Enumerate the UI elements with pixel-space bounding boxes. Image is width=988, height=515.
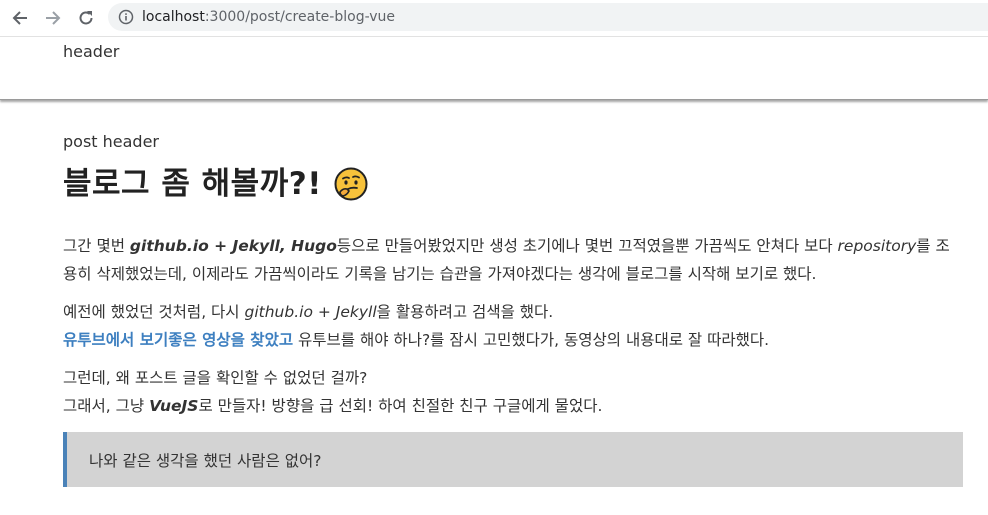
text: 그래서, 그냥 (63, 397, 150, 415)
post-header-label: post header (63, 132, 160, 151)
paragraph-1: 그간 몇번 github.io + Jekyll, Hugo등으로 만들어봤었지… (63, 232, 963, 288)
post-title: 블로그 좀 해볼까?! (63, 162, 963, 206)
paragraph-3: 그런데, 왜 포스트 글을 확인할 수 없었던 걸까? 그래서, 그냥 VueJS… (63, 364, 963, 420)
reload-icon[interactable] (73, 5, 99, 31)
text: 유투브를 해야 하나?를 잠시 고민했다가, 동영상의 내용대로 잘 따라했다. (293, 331, 770, 349)
browser-toolbar: localhost:3000/post/create-blog-vue (0, 0, 988, 37)
post: post header 블로그 좀 해볼까?! 그간 몇번 github.io … (63, 130, 963, 487)
back-arrow-icon[interactable] (7, 5, 33, 31)
site-header: header (0, 37, 988, 100)
text: 등으로 만들어봤었지만 생성 초기에나 몇번 끄적였을뿐 가끔씩도 안쳐다 보다 (336, 237, 838, 255)
forward-arrow-icon[interactable] (40, 5, 66, 31)
italic-text: repository (837, 237, 917, 255)
youtube-video-link[interactable]: 유투브에서 보기좋은 영상을 찾았고 (63, 331, 293, 349)
url-path: :3000/post/create-blog-vue (204, 9, 396, 25)
bold-italic-text: github.io + Jekyll, Hugo (129, 237, 337, 255)
text: 그간 몇번 (63, 237, 130, 255)
url-host: localhost (142, 9, 205, 25)
bold-italic-text: VueJS (149, 397, 199, 415)
url-text[interactable]: localhost:3000/post/create-blog-vue (142, 9, 395, 25)
text: 을 활용하려고 검색을 했다. (376, 303, 554, 321)
text: 로 만들자! 방향을 급 선회! 하여 친절한 친구 구글에게 물었다. (198, 397, 603, 415)
thinking-face-icon (334, 167, 368, 201)
italic-text: github.io + Jekyll (244, 303, 377, 321)
paragraph-2: 예전에 했었던 것처럼, 다시 github.io + Jekyll을 활용하려… (63, 298, 963, 354)
site-header-text: header (63, 42, 120, 61)
post-title-text: 블로그 좀 해볼까?! (63, 166, 322, 202)
address-bar[interactable]: localhost:3000/post/create-blog-vue (108, 3, 988, 31)
blockquote: 나와 같은 생각을 했던 사람은 없어? (63, 432, 963, 487)
info-icon[interactable] (118, 9, 134, 25)
quote-text: 나와 같은 생각을 했던 사람은 없어? (89, 451, 322, 470)
text: 그런데, 왜 포스트 글을 확인할 수 없었던 걸까? (63, 369, 368, 387)
text: 예전에 했었던 것처럼, 다시 (63, 303, 245, 321)
